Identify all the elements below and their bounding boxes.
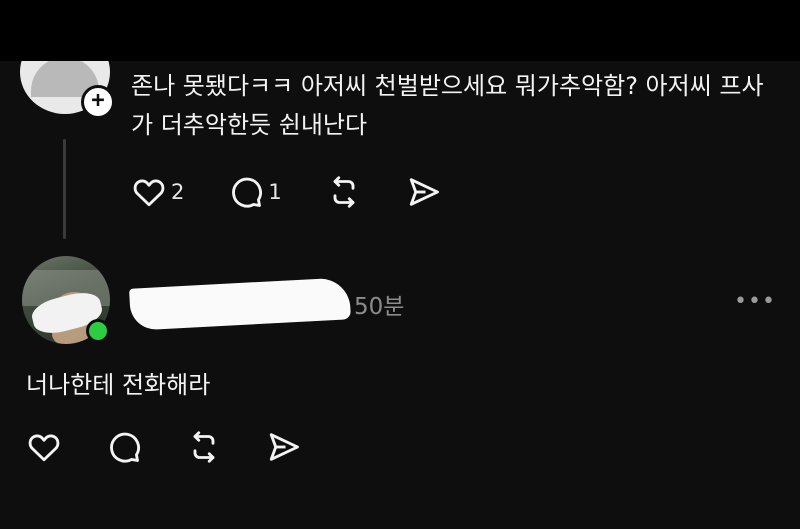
heart-icon bbox=[28, 434, 60, 462]
repost-icon bbox=[193, 431, 215, 463]
top-bar bbox=[0, 0, 800, 61]
online-status-dot bbox=[86, 319, 110, 343]
like-button[interactable] bbox=[26, 429, 62, 465]
post-actions: 2 1 bbox=[131, 174, 486, 210]
timestamp: 50분 bbox=[354, 294, 405, 320]
share-button[interactable] bbox=[266, 429, 302, 465]
like-count: 2 bbox=[171, 180, 185, 204]
comment-button[interactable]: 1 bbox=[228, 174, 282, 210]
comment-icon bbox=[232, 177, 263, 208]
repost-button[interactable] bbox=[186, 429, 222, 465]
share-icon bbox=[269, 433, 299, 461]
follow-plus-button[interactable]: + bbox=[81, 85, 115, 119]
heart-icon bbox=[133, 179, 165, 207]
reply-text: 너나한테 전화해라 bbox=[26, 371, 211, 399]
comment-icon bbox=[110, 432, 140, 463]
username-redaction bbox=[129, 277, 351, 331]
comment-count: 1 bbox=[268, 180, 282, 204]
share-icon bbox=[409, 178, 439, 206]
repost-icon bbox=[333, 176, 355, 208]
reply-actions bbox=[26, 429, 346, 465]
repost-button[interactable] bbox=[326, 174, 362, 210]
thread-connector-line bbox=[63, 139, 66, 239]
thread-content: + 존나 못됐다ㅋㅋ 아저씨 천벌받으세요 뭐가추악함? 아저씨 프사가 더추악… bbox=[0, 61, 800, 529]
like-button[interactable]: 2 bbox=[131, 174, 184, 210]
more-options-button[interactable]: ••• bbox=[734, 289, 776, 314]
post-text: 존나 못됐다ㅋㅋ 아저씨 천벌받으세요 뭐가추악함? 아저씨 프사가 더추악한듯… bbox=[131, 72, 764, 139]
comment-button[interactable] bbox=[106, 429, 142, 465]
share-button[interactable] bbox=[406, 174, 442, 210]
